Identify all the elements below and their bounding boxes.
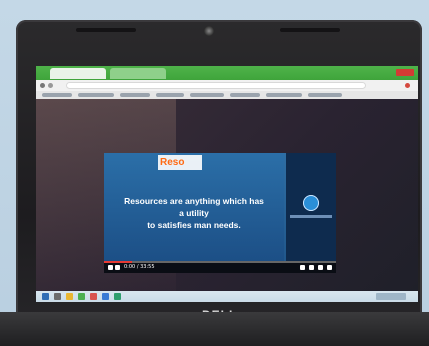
bookmark-item[interactable] [120, 93, 150, 97]
settings-icon[interactable] [309, 265, 314, 270]
bookmark-item[interactable] [230, 93, 260, 97]
browser-tab-active[interactable] [50, 68, 106, 79]
laptop-base [0, 312, 429, 346]
video-controls: 0:00 / 33:55 [104, 261, 336, 273]
bookmark-item[interactable] [190, 93, 224, 97]
app-icon[interactable] [90, 293, 97, 300]
profile-icon[interactable] [405, 83, 410, 88]
miniplayer-icon[interactable] [318, 265, 323, 270]
window-close-icon[interactable] [396, 69, 414, 76]
slide-line: a utility [179, 208, 209, 218]
time-display: 0:00 / 33:55 [124, 264, 155, 270]
presenter-caption [290, 215, 332, 218]
bookmark-item[interactable] [308, 93, 342, 97]
laptop: Reso Resources are anything which has a … [16, 20, 422, 346]
bezel-slot-right [280, 28, 340, 32]
app-icon[interactable] [102, 293, 109, 300]
video-player[interactable]: Reso Resources are anything which has a … [104, 153, 336, 273]
url-input[interactable] [66, 82, 366, 89]
system-tray[interactable] [376, 293, 406, 300]
bookmark-item[interactable] [78, 93, 114, 97]
next-icon[interactable] [115, 265, 120, 270]
browser-tabstrip [36, 66, 418, 80]
bookmark-item[interactable] [266, 93, 302, 97]
slide-logo: Reso [160, 157, 185, 168]
chrome-icon[interactable] [78, 293, 85, 300]
avatar [303, 195, 319, 211]
slide-text: Resources are anything which has a utili… [108, 195, 280, 231]
slide-line: to satisfies man needs. [147, 220, 241, 230]
taskbar [36, 291, 418, 302]
fullscreen-icon[interactable] [327, 265, 332, 270]
bookmark-item[interactable] [42, 93, 72, 97]
browser-address-bar [36, 80, 418, 91]
presenter-panel [286, 153, 336, 261]
bezel-slot-left [76, 28, 136, 32]
folder-icon[interactable] [66, 293, 73, 300]
slide-line: Resources are anything which has [124, 196, 264, 206]
progress-track[interactable] [104, 261, 336, 263]
play-icon[interactable] [108, 265, 113, 270]
start-icon[interactable] [42, 293, 49, 300]
back-icon[interactable] [40, 83, 45, 88]
search-icon[interactable] [54, 293, 61, 300]
bookmarks-bar [36, 91, 418, 99]
forward-icon[interactable] [48, 83, 53, 88]
browser-tab[interactable] [110, 68, 166, 79]
bookmark-item[interactable] [156, 93, 184, 97]
web-page: Reso Resources are anything which has a … [36, 99, 418, 291]
captions-icon[interactable] [300, 265, 305, 270]
app-icon[interactable] [114, 293, 121, 300]
lecture-slide: Reso Resources are anything which has a … [104, 153, 284, 261]
webcam-icon [204, 26, 214, 36]
laptop-screen: Reso Resources are anything which has a … [36, 66, 418, 302]
progress-fill [104, 261, 132, 263]
